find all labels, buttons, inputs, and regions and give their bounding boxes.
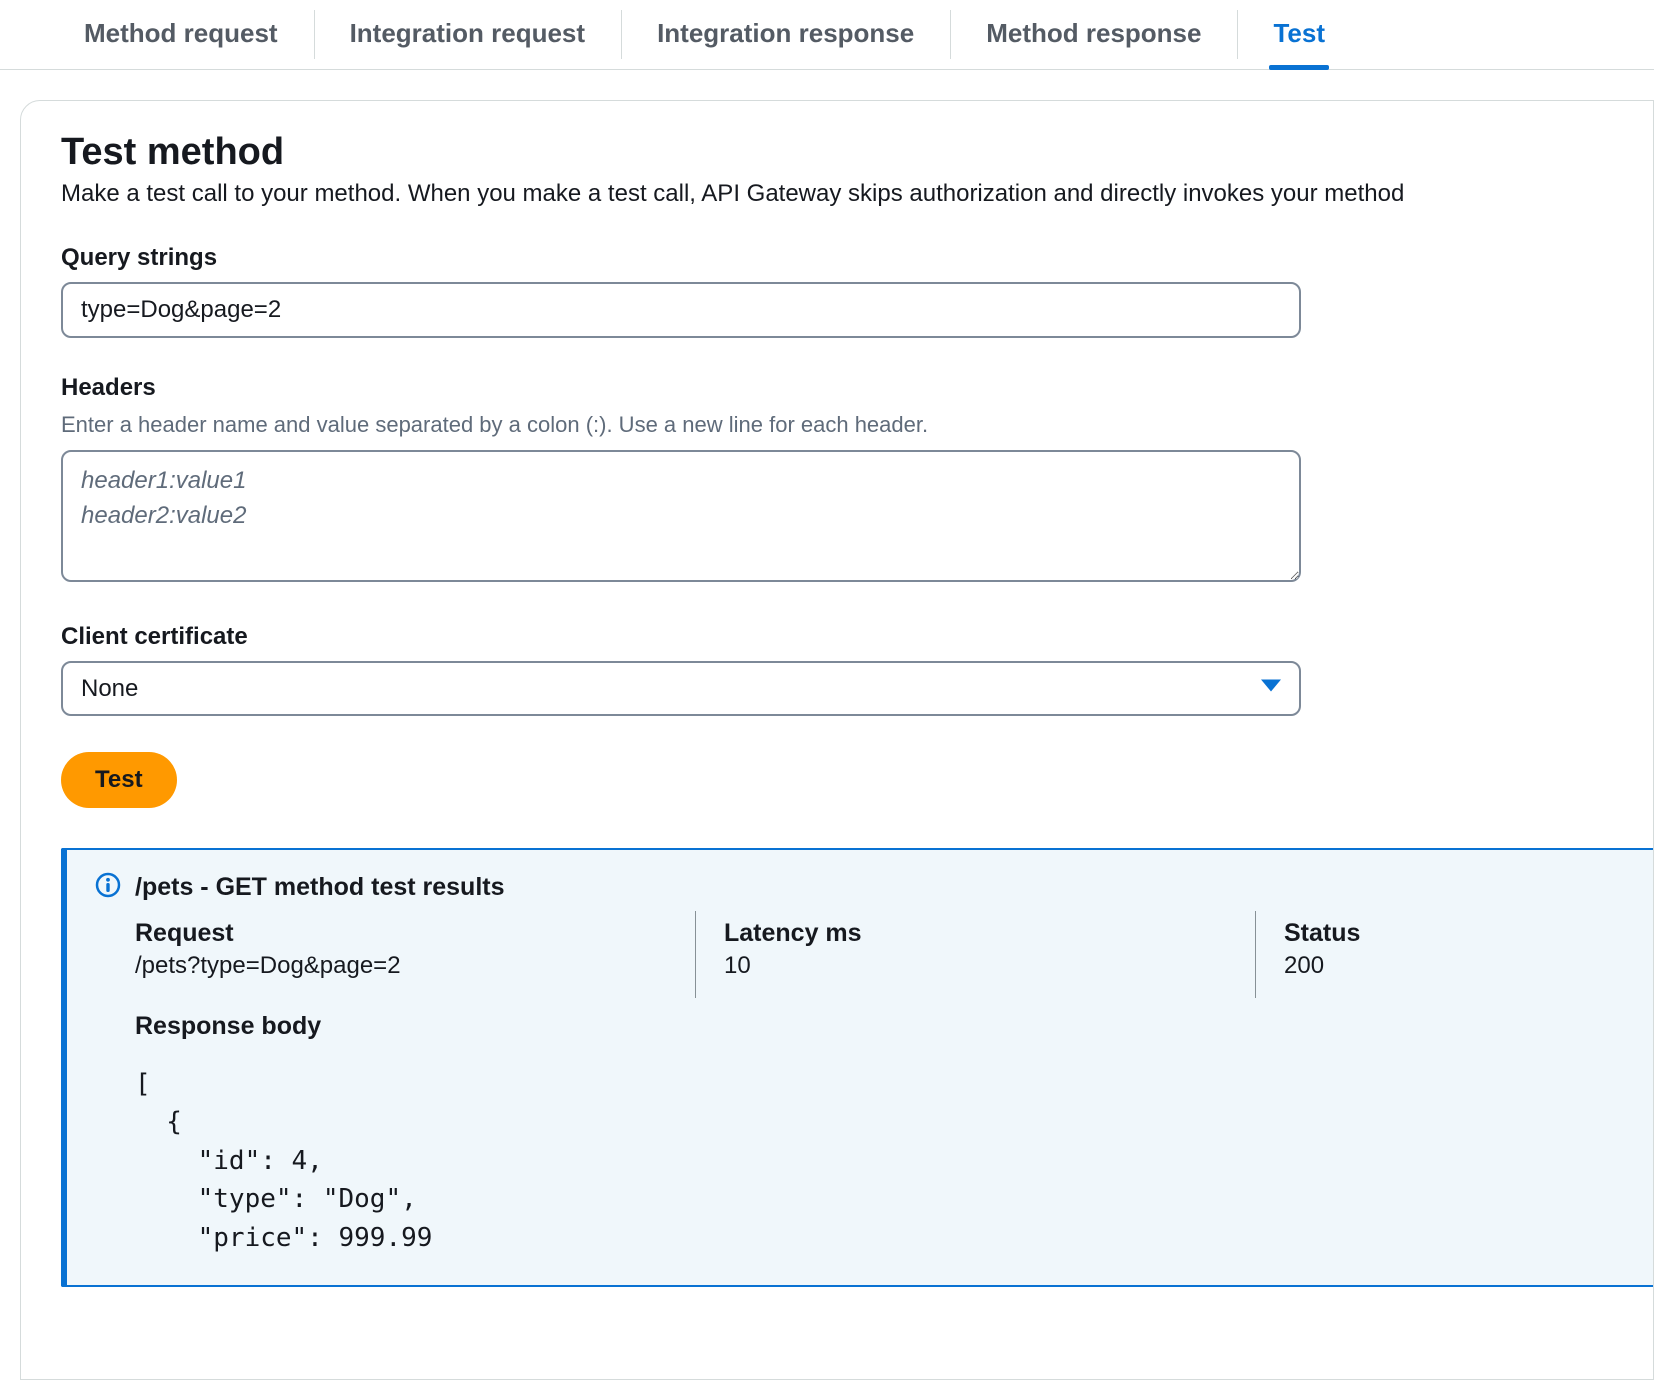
metric-value: 200 [1284, 952, 1360, 980]
tab-label: Method request [84, 18, 278, 48]
metric-label: Request [135, 919, 667, 948]
response-body-label: Response body [135, 1012, 1653, 1041]
response-body-code: [ { "id": 4, "type": "Dog", "price": 999… [135, 1065, 1653, 1257]
test-results-alert: /pets - GET method test results Request … [61, 848, 1653, 1287]
headers-help: Enter a header name and value separated … [61, 412, 1653, 438]
results-metrics: Request /pets?type=Dog&page=2 Latency ms… [95, 911, 1653, 998]
metric-latency: Latency ms 10 [695, 911, 1255, 998]
metric-value: 10 [724, 952, 1227, 980]
tab-test[interactable]: Test [1237, 0, 1361, 69]
metric-label: Status [1284, 919, 1360, 948]
tab-integration-request[interactable]: Integration request [314, 0, 621, 69]
headers-input[interactable] [61, 450, 1301, 582]
headers-label: Headers [61, 374, 1653, 402]
tab-method-response[interactable]: Method response [950, 0, 1237, 69]
query-strings-input[interactable] [61, 282, 1301, 338]
query-strings-label: Query strings [61, 244, 1653, 272]
test-button[interactable]: Test [61, 752, 177, 808]
tab-integration-response[interactable]: Integration response [621, 0, 950, 69]
info-icon [95, 872, 121, 903]
page-subtitle: Make a test call to your method. When yo… [61, 180, 1653, 208]
field-query-strings: Query strings [61, 244, 1653, 338]
metric-request: Request /pets?type=Dog&page=2 [135, 911, 695, 998]
metric-value: /pets?type=Dog&page=2 [135, 952, 667, 980]
tab-label: Integration response [657, 18, 914, 48]
tab-label: Integration request [350, 18, 585, 48]
metric-status: Status 200 [1255, 911, 1388, 998]
tab-label: Method response [986, 18, 1201, 48]
results-title: /pets - GET method test results [135, 873, 505, 902]
tab-method-request[interactable]: Method request [48, 0, 314, 69]
field-client-certificate: Client certificate None [61, 623, 1653, 716]
method-tabs: Method request Integration request Integ… [0, 0, 1654, 70]
client-certificate-label: Client certificate [61, 623, 1653, 651]
test-method-panel: Test method Make a test call to your met… [20, 100, 1654, 1380]
tab-label: Test [1273, 18, 1325, 48]
metric-label: Latency ms [724, 919, 1227, 948]
page-title: Test method [61, 131, 1653, 174]
field-headers: Headers Enter a header name and value se… [61, 374, 1653, 587]
client-certificate-select[interactable]: None [61, 661, 1301, 716]
response-body-block: Response body [ { "id": 4, "type": "Dog"… [95, 1012, 1653, 1257]
